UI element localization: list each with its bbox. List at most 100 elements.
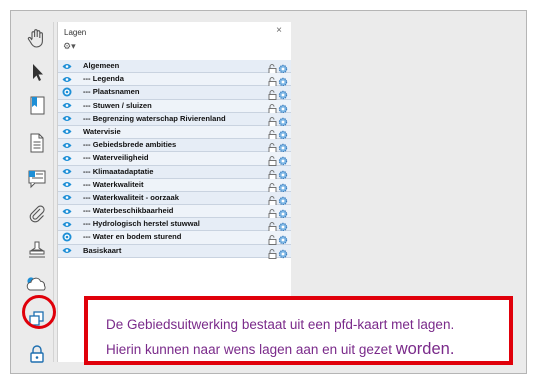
layer-label: --- Stuwen / sluizen (83, 100, 152, 110)
layer-label: --- Klimaatadaptatie (83, 166, 154, 176)
select-arrow-icon (32, 64, 43, 81)
unlock-icon[interactable] (268, 193, 277, 206)
eye-hidden-icon[interactable] (62, 232, 72, 242)
unlock-icon[interactable] (268, 180, 277, 193)
unlock-icon[interactable] (268, 140, 277, 154)
unlock-icon[interactable] (268, 101, 277, 114)
cloud-icon (26, 277, 46, 291)
layer-row[interactable]: --- Waterveiligheid (58, 152, 291, 167)
layer-row[interactable]: --- Plaatsnamen (58, 86, 291, 101)
layer-label: --- Waterbeschikbaarheid (83, 206, 174, 216)
eye-hidden-icon[interactable] (62, 87, 72, 97)
eye-icon[interactable] (62, 193, 72, 203)
bookmark-icon (30, 96, 44, 115)
eye-icon[interactable] (62, 180, 72, 190)
pages-button[interactable] (20, 129, 53, 157)
layer-label: --- Legenda (83, 74, 124, 84)
gear-icon[interactable] (278, 140, 288, 153)
layer-label: Basiskaart (83, 245, 122, 255)
unlock-icon[interactable] (268, 167, 277, 180)
callout-line-2-text: Hierin kunnen naar wens lagen aan en uit… (106, 342, 396, 357)
eye-icon[interactable] (62, 153, 72, 163)
lock-icon (29, 345, 44, 363)
eye-icon[interactable] (62, 246, 72, 256)
unlock-icon[interactable] (268, 246, 277, 259)
gear-icon[interactable] (278, 101, 288, 113)
layer-label: --- Hydrologisch herstel stuwwal (83, 219, 200, 229)
layer-list: Algemeen --- Legenda --- Plaatsnamen --- St… (58, 60, 291, 259)
panel-title: Lagen (64, 28, 87, 37)
attachments-button[interactable] (20, 200, 53, 228)
gear-icon[interactable] (278, 167, 288, 179)
unlock-icon[interactable] (268, 153, 277, 167)
eye-icon[interactable] (62, 167, 72, 177)
page-icon (30, 133, 43, 153)
gear-icon[interactable] (278, 246, 288, 258)
unlock-icon[interactable] (268, 127, 277, 140)
callout-line-2: Hierin kunnen naar wens lagen aan en uit… (106, 340, 454, 359)
security-button[interactable] (20, 340, 53, 368)
layer-label: --- Begrenzing waterschap Rivierenland (83, 113, 226, 123)
layer-label: Algemeen (83, 61, 120, 70)
cloud-button[interactable] (20, 270, 53, 298)
highlight-circle (22, 295, 56, 329)
layer-row[interactable]: --- Waterbeschikbaarheid (58, 205, 291, 220)
eye-icon[interactable] (62, 61, 72, 71)
eye-icon[interactable] (62, 140, 72, 150)
layer-row[interactable]: --- Begrenzing waterschap Rivierenland (58, 112, 291, 127)
layer-label: --- Water en bodem sturend (83, 232, 182, 242)
eye-icon[interactable] (62, 101, 72, 111)
layer-label: --- Waterkwaliteit - oorzaak (83, 192, 179, 202)
gear-icon[interactable] (278, 180, 288, 192)
select-tool-button[interactable] (20, 58, 53, 86)
eye-icon[interactable] (62, 74, 72, 84)
gear-icon[interactable] (278, 87, 288, 100)
signatures-button[interactable] (20, 236, 53, 264)
bookmarks-button[interactable] (20, 92, 53, 120)
eye-icon[interactable] (62, 127, 72, 137)
gear-icon[interactable] (278, 153, 288, 166)
layer-label: --- Waterkwaliteit (83, 179, 144, 189)
comments-button[interactable] (20, 165, 53, 193)
hand-tool-button[interactable] (20, 24, 53, 52)
layer-row[interactable]: --- Hydrologisch herstel stuwwal (58, 218, 291, 233)
layer-label: --- Waterveiligheid (83, 153, 149, 163)
unlock-icon[interactable] (268, 61, 277, 74)
close-icon[interactable]: × (273, 25, 285, 37)
layer-row[interactable]: Algemeen (58, 60, 291, 74)
attachment-icon (29, 205, 45, 223)
layer-row[interactable]: --- Waterkwaliteit - oorzaak (58, 191, 291, 206)
layer-row[interactable]: --- Gebiedsbrede ambities (58, 139, 291, 154)
gear-icon[interactable] (278, 114, 288, 126)
callout-line-2-emphasis: worden. (395, 340, 455, 358)
layer-row[interactable]: Basiskaart (58, 244, 291, 259)
gear-icon[interactable] (278, 232, 288, 245)
layer-label: --- Plaatsnamen (83, 87, 140, 97)
eye-icon[interactable] (62, 219, 72, 229)
unlock-icon[interactable] (268, 206, 277, 220)
comment-icon (28, 170, 45, 189)
unlock-icon[interactable] (268, 74, 277, 88)
hand-icon (27, 29, 43, 48)
layer-row[interactable]: --- Klimaatadaptatie (58, 165, 291, 180)
gear-icon[interactable] (278, 193, 288, 206)
layer-row[interactable]: --- Legenda (58, 73, 291, 88)
gear-icon[interactable] (278, 206, 288, 219)
unlock-icon[interactable] (268, 87, 277, 101)
layer-row[interactable]: --- Stuwen / sluizen (58, 99, 291, 114)
options-gear-icon[interactable]: ⚙▾ (63, 41, 76, 52)
eye-icon[interactable] (62, 206, 72, 216)
callout-box: De Gebiedsuitwerking bestaat uit een pfd… (84, 296, 513, 365)
unlock-icon[interactable] (268, 219, 277, 233)
eye-icon[interactable] (62, 114, 72, 124)
layer-label: --- Gebiedsbrede ambities (83, 140, 177, 150)
unlock-icon[interactable] (268, 232, 277, 246)
gear-icon[interactable] (278, 127, 288, 140)
layer-row[interactable]: --- Waterkwaliteit (58, 178, 291, 193)
layer-row[interactable]: Watervisie (58, 125, 291, 140)
gear-icon[interactable] (278, 219, 288, 232)
gear-icon[interactable] (278, 74, 288, 87)
layer-row[interactable]: --- Water en bodem sturend (58, 231, 291, 246)
gear-icon[interactable] (278, 61, 288, 74)
unlock-icon[interactable] (268, 114, 277, 127)
